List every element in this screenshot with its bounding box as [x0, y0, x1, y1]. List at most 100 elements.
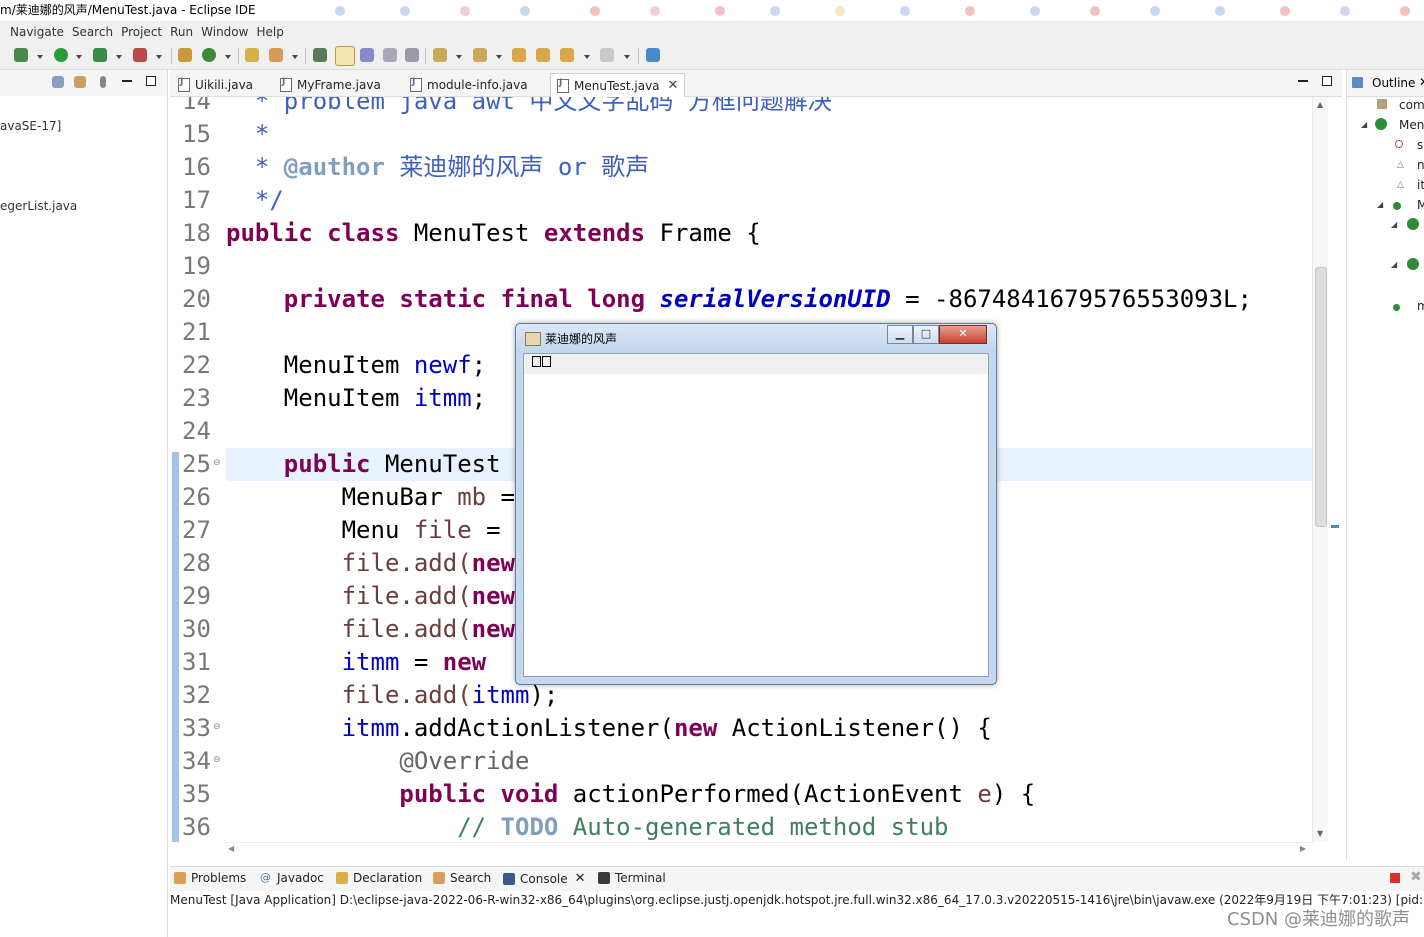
- tab-console[interactable]: Console ✕: [503, 871, 586, 886]
- tab-menutest[interactable]: MenuTest.java ✕: [550, 73, 686, 97]
- last-edit-location-icon[interactable]: [512, 48, 526, 62]
- code-text: =: [399, 648, 443, 676]
- new-java-project-icon[interactable]: [178, 48, 192, 62]
- previous-annotation-icon[interactable]: [473, 48, 487, 62]
- outline-item-package[interactable]: com: [1399, 98, 1424, 112]
- tab-myframe[interactable]: MyFrame.java: [280, 73, 381, 96]
- chevron-down-icon[interactable]: [116, 55, 122, 59]
- close-icon[interactable]: ✕: [668, 78, 679, 93]
- keyword: private: [283, 285, 385, 313]
- menu-search[interactable]: Search: [72, 25, 113, 39]
- outline-item-field[interactable]: se: [1417, 138, 1424, 152]
- chevron-down-icon[interactable]: [76, 55, 82, 59]
- menu-project[interactable]: Project: [121, 25, 162, 39]
- chevron-down-icon[interactable]: [37, 55, 43, 59]
- awt-window-title-bar[interactable]: 莱迪娜的风声 ▁ □ ✕: [516, 324, 996, 352]
- chevron-down-icon[interactable]: [584, 55, 590, 59]
- chevron-down-icon[interactable]: [496, 55, 502, 59]
- field-icon: △: [1397, 180, 1404, 190]
- back-history-icon[interactable]: [560, 48, 574, 62]
- close-icon[interactable]: ✕: [575, 871, 586, 886]
- missing-glyph-box: [532, 356, 541, 367]
- coverage-icon[interactable]: [93, 48, 107, 62]
- tree-item-jre[interactable]: avaSE-17]: [0, 119, 61, 133]
- block-selection-icon[interactable]: [360, 48, 374, 62]
- code-line-14: * problem java awt 中文文字乱码 方框问题解决: [226, 97, 832, 118]
- external-tools-icon[interactable]: [133, 48, 147, 62]
- maximize-icon[interactable]: [146, 76, 156, 86]
- search-tool-icon[interactable]: [269, 48, 283, 62]
- run-icon[interactable]: [54, 48, 68, 62]
- tab-declaration[interactable]: Declaration: [336, 871, 422, 885]
- tab-terminal[interactable]: Terminal: [598, 871, 666, 885]
- tree-item-file[interactable]: egerList.java: [0, 199, 77, 213]
- keyword: long: [587, 285, 646, 313]
- mark-occurrences-icon[interactable]: [335, 46, 355, 66]
- link-with-editor-icon[interactable]: [74, 76, 86, 88]
- line-number: 19: [182, 252, 211, 280]
- show-whitespace-icon[interactable]: [405, 48, 419, 62]
- tab-label: Terminal: [615, 871, 666, 885]
- fold-toggle-icon[interactable]: ⊖: [213, 755, 221, 765]
- open-type-icon[interactable]: [245, 48, 259, 62]
- back-icon[interactable]: [536, 48, 550, 62]
- code-text: actionPerformed(ActionEvent: [572, 780, 978, 808]
- outline-item-field[interactable]: ne: [1417, 158, 1424, 172]
- awt-menu-file[interactable]: [532, 356, 552, 370]
- window-close-button[interactable]: ✕: [939, 325, 987, 344]
- tab-module-info[interactable]: module-info.java: [410, 73, 528, 96]
- expand-icon[interactable]: ◢: [1391, 260, 1397, 269]
- window-maximize-button[interactable]: □: [913, 325, 939, 344]
- fold-toggle-icon[interactable]: ⊖: [213, 722, 221, 732]
- tab-problems[interactable]: Problems: [174, 871, 246, 885]
- keyword: new: [471, 549, 515, 577]
- outline-item-field[interactable]: it: [1417, 178, 1424, 192]
- outline-title: Outline: [1372, 76, 1416, 90]
- collapse-all-icon[interactable]: [52, 76, 64, 88]
- terminate-icon[interactable]: [1390, 873, 1400, 883]
- word-wrap-icon[interactable]: [383, 48, 397, 62]
- expand-icon[interactable]: ◢: [1377, 200, 1383, 209]
- remove-launch-icon[interactable]: ✖: [1410, 869, 1422, 885]
- awt-frame-window[interactable]: 莱迪娜的风声 ▁ □ ✕: [515, 323, 997, 685]
- tab-search[interactable]: Search: [433, 871, 491, 885]
- forward-icon[interactable]: [600, 48, 614, 62]
- tab-javadoc[interactable]: @ Javadoc: [260, 871, 324, 885]
- window-minimize-button[interactable]: ▁: [887, 325, 913, 344]
- menu-help[interactable]: Help: [256, 25, 283, 39]
- chevron-down-icon[interactable]: [624, 55, 630, 59]
- menu-navigate[interactable]: Navigate: [10, 25, 64, 39]
- package-explorer-header: [0, 70, 167, 96]
- toggle-breadcrumb-icon[interactable]: [313, 48, 327, 62]
- minimize-icon[interactable]: [122, 80, 132, 82]
- overview-ruler[interactable]: [1328, 97, 1344, 842]
- fold-toggle-icon[interactable]: ⊖: [213, 458, 221, 468]
- debug-icon[interactable]: [14, 48, 28, 62]
- chevron-down-icon[interactable]: [456, 55, 462, 59]
- code-line-15: *: [226, 118, 269, 151]
- menu-window[interactable]: Window: [201, 25, 248, 39]
- maximize-icon[interactable]: [1322, 76, 1332, 86]
- next-annotation-icon[interactable]: [433, 48, 447, 62]
- chevron-down-icon[interactable]: [156, 55, 162, 59]
- line-number: 31: [182, 648, 211, 676]
- expand-icon[interactable]: ◢: [1361, 120, 1367, 129]
- expand-icon[interactable]: ◢: [1391, 220, 1397, 229]
- view-menu-icon[interactable]: [100, 76, 106, 88]
- editor-vertical-scrollbar[interactable]: ▲ ▼: [1312, 97, 1329, 842]
- new-class-icon[interactable]: [202, 48, 216, 62]
- editor-horizontal-scrollbar[interactable]: ◀ ▶: [226, 842, 1312, 859]
- minimize-icon[interactable]: [1298, 80, 1308, 82]
- outline-item-method[interactable]: m: [1417, 299, 1424, 313]
- menu-run[interactable]: Run: [170, 25, 193, 39]
- chevron-down-icon[interactable]: [292, 55, 298, 59]
- method-icon: [1393, 202, 1401, 210]
- scrollbar-thumb[interactable]: [1315, 267, 1327, 527]
- chevron-down-icon[interactable]: [225, 55, 231, 59]
- code-text: .addActionListener(: [399, 714, 674, 742]
- outline-item-class[interactable]: Men: [1399, 118, 1424, 132]
- outline-item-constructor[interactable]: M: [1417, 198, 1424, 212]
- tab-uikili[interactable]: Uikili.java: [178, 73, 253, 96]
- close-icon[interactable]: ✕: [1419, 75, 1424, 89]
- open-perspective-icon[interactable]: [646, 48, 660, 62]
